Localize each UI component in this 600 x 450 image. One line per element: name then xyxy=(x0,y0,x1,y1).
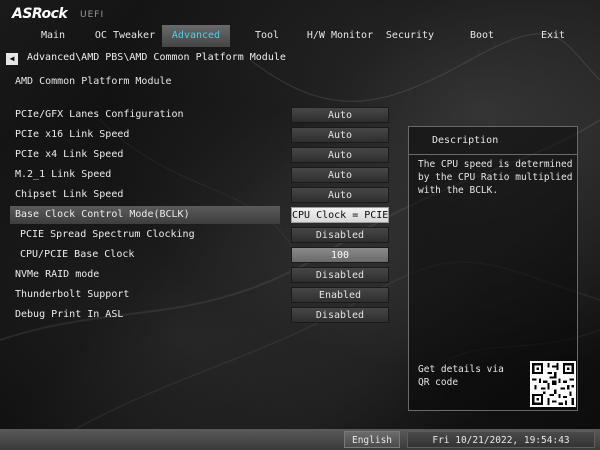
language-button[interactable]: English xyxy=(344,431,400,448)
setting-label: PCIe/GFX Lanes Configuration xyxy=(15,109,184,120)
tab-oc-tweaker[interactable]: OC Tweaker xyxy=(94,25,156,47)
setting-value-dropdown[interactable]: Disabled xyxy=(291,227,389,243)
tab-tool[interactable]: Tool xyxy=(243,25,291,47)
tab-boot[interactable]: Boot xyxy=(462,25,502,47)
setting-label: NVMe RAID mode xyxy=(15,269,100,280)
uefi-label: UEFI xyxy=(80,10,105,20)
qr-code-icon xyxy=(530,361,576,407)
setting-value-dropdown[interactable]: Auto xyxy=(291,187,389,203)
setting-row-nvme-raid[interactable]: NVMe RAID mode Disabled xyxy=(0,266,400,284)
setting-label: Chipset Link Speed xyxy=(15,189,124,200)
setting-value-dropdown[interactable]: Auto xyxy=(291,167,389,183)
setting-label: PCIe x4 Link Speed xyxy=(15,149,124,160)
setting-value-dropdown[interactable]: Disabled xyxy=(291,307,389,323)
tab-hw-monitor[interactable]: H/W Monitor xyxy=(306,25,374,47)
setting-row-base-clock-mode[interactable]: Base Clock Control Mode(BCLK) CPU Clock … xyxy=(0,206,400,224)
setting-row-pcie-spread-spectrum[interactable]: PCIE Spread Spectrum Clocking Disabled xyxy=(0,226,400,244)
setting-row-debug-print-asl[interactable]: Debug Print In ASL Disabled xyxy=(0,306,400,324)
asrock-logo: ASRock xyxy=(12,6,68,22)
setting-value-dropdown[interactable]: Enabled xyxy=(291,287,389,303)
description-text: The CPU speed is determined by the CPU R… xyxy=(418,159,573,196)
setting-label: Thunderbolt Support xyxy=(15,289,130,300)
tab-main[interactable]: Main xyxy=(28,25,78,47)
setting-value-dropdown[interactable]: Auto xyxy=(291,127,389,143)
setting-value-dropdown[interactable]: CPU Clock = PCIE ... xyxy=(291,207,389,223)
setting-label: PCIE Spread Spectrum Clocking xyxy=(20,229,195,240)
datetime-display: Fri 10/21/2022, 19:54:43 xyxy=(407,431,595,448)
setting-row-pcie-x16-speed[interactable]: PCIe x16 Link Speed Auto xyxy=(0,126,400,144)
qr-caption: Get details via QR code xyxy=(418,364,504,388)
setting-row-pcie-x4-speed[interactable]: PCIe x4 Link Speed Auto xyxy=(0,146,400,164)
setting-label: CPU/PCIE Base Clock xyxy=(20,249,135,260)
setting-row-m2-1-speed[interactable]: M.2_1 Link Speed Auto xyxy=(0,166,400,184)
setting-row-thunderbolt[interactable]: Thunderbolt Support Enabled xyxy=(0,286,400,304)
section-title: AMD Common Platform Module xyxy=(15,76,172,87)
setting-row-pcie-gfx-lanes[interactable]: PCIe/GFX Lanes Configuration Auto xyxy=(0,106,400,124)
setting-value-dropdown[interactable]: Auto xyxy=(291,147,389,163)
setting-row-cpu-pcie-base-clock[interactable]: CPU/PCIE Base Clock 100 xyxy=(0,246,400,264)
setting-label: Base Clock Control Mode(BCLK) xyxy=(15,209,190,220)
setting-value-input[interactable]: 100 xyxy=(291,247,389,263)
main-tab-bar: Main OC Tweaker Advanced Tool H/W Monito… xyxy=(0,25,600,47)
tab-advanced[interactable]: Advanced xyxy=(162,25,230,47)
tab-security[interactable]: Security xyxy=(383,25,437,47)
tab-exit[interactable]: Exit xyxy=(532,25,574,47)
description-title: Description xyxy=(409,127,577,155)
footer-bar: English Fri 10/21/2022, 19:54:43 xyxy=(0,429,600,450)
setting-label: PCIe x16 Link Speed xyxy=(15,129,130,140)
setting-value-dropdown[interactable]: Disabled xyxy=(291,267,389,283)
back-button[interactable]: ◀ xyxy=(6,53,18,65)
setting-label: Debug Print In ASL xyxy=(15,309,124,320)
breadcrumb: Advanced\AMD PBS\AMD Common Platform Mod… xyxy=(27,52,286,63)
setting-row-chipset-link-speed[interactable]: Chipset Link Speed Auto xyxy=(0,186,400,204)
chevron-left-icon: ◀ xyxy=(9,54,15,63)
setting-value-dropdown[interactable]: Auto xyxy=(291,107,389,123)
setting-label: M.2_1 Link Speed xyxy=(15,169,112,180)
description-panel: Description The CPU speed is determined … xyxy=(408,126,578,411)
